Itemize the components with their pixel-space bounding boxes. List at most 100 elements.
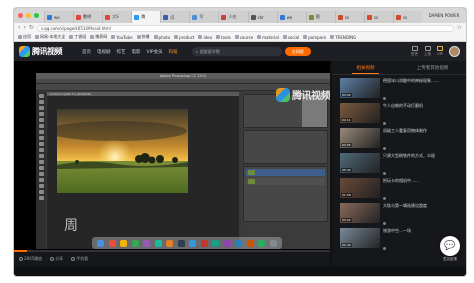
back-icon[interactable]: ‹ (18, 25, 20, 31)
browser-tab[interactable]: 人在 (218, 11, 248, 23)
avatar[interactable] (449, 46, 460, 57)
feedback-button[interactable]: 💬 意见反馈 (438, 236, 462, 262)
related-video-item[interactable]: 04:32 德国冰川消融中的神秘现象…… (332, 75, 466, 100)
bookmark-item[interactable]: TRENDING (330, 35, 356, 40)
video-title[interactable]: 旅游中空…一场 (383, 228, 462, 233)
landscape-illustration (57, 109, 188, 193)
video-thumbnail[interactable]: 01:58 (340, 178, 380, 198)
bookmark-item[interactable]: social (282, 35, 299, 40)
video-thumbnail[interactable]: 03:22 (340, 203, 380, 223)
reload-icon[interactable]: ↻ (29, 25, 34, 31)
forward-icon[interactable]: › (23, 25, 25, 31)
browser-window: we 數明 大S 腾 (5 写 人在 shr we 图 ss ss ss DAMEN POWER ‹ ›… (14, 8, 466, 276)
browser-tab[interactable]: 腾 (131, 11, 161, 23)
play-count-icon (383, 172, 386, 175)
share-button[interactable]: 分享 (50, 256, 63, 262)
bookmark-item[interactable]: 携养网 (90, 34, 107, 40)
video-title[interactable]: 只建大型刷铁件的方式，众极 (383, 153, 462, 158)
folder-icon (18, 35, 22, 39)
tab-label: (5 (170, 14, 175, 20)
related-video-item[interactable]: 05:40 只建大型刷铁件的方式，众极 (332, 150, 466, 175)
video-thumbnail[interactable]: 02:11 (340, 103, 380, 123)
play-count-icon (383, 122, 386, 125)
browser-tab[interactable]: ss (363, 11, 393, 23)
bookmark-item[interactable]: 应用 (18, 34, 31, 40)
bookmark-item[interactable]: pompare (303, 35, 326, 40)
minimize-window-button[interactable] (26, 13, 31, 18)
tab-related-videos[interactable]: 相关视频 (332, 61, 399, 74)
watch-on-phone-button[interactable]: 手机看 (71, 256, 88, 262)
upload-button[interactable]: 上传 (424, 46, 431, 57)
related-video-item[interactable]: 02:11 牛人自制的手动打磨机 (332, 100, 466, 125)
browser-tab[interactable]: we (44, 11, 74, 23)
related-video-item[interactable]: 01:58 把玩卡的相机中…… (332, 175, 466, 200)
related-video-item[interactable]: 03:22 大陆与第一辑选建议超度 (332, 200, 466, 225)
bookmark-item[interactable]: 丁香园 (69, 34, 86, 40)
bookmark-label: idea (203, 34, 213, 40)
bookmark-label: product (179, 34, 195, 40)
bookmark-item[interactable]: idea (198, 35, 212, 40)
nav-item[interactable]: 电影 (132, 49, 141, 55)
video-duration: 03:22 (341, 218, 352, 222)
tab-uploader-videos[interactable]: 上传者其他视频 (399, 61, 466, 74)
video-title[interactable]: 大陆与第一辑选建议超度 (383, 203, 462, 208)
browser-tab[interactable]: 图 (305, 11, 335, 23)
related-video-item[interactable]: 03:05 初级工人重复用物体制作 (332, 125, 466, 150)
vip-button[interactable]: VIP (437, 46, 443, 57)
search-box[interactable]: ⌕ 超星星学院 (191, 47, 282, 56)
landscape-image (57, 109, 188, 193)
video-title[interactable]: 德国冰川消融中的神秘现象…… (383, 78, 462, 83)
nav-item[interactable]: 综艺 (117, 49, 126, 55)
profile-name[interactable]: DAMEN POWER (422, 13, 466, 18)
video-thumbnail[interactable]: 05:40 (340, 153, 380, 173)
bookmark-item[interactable]: tools (216, 35, 231, 40)
url-field[interactable]: v.qq.com/x/page/k05149fvaid.html (36, 24, 454, 32)
bookmark-item[interactable]: YouTube (111, 35, 133, 40)
video-thumbnail[interactable]: 03:05 (340, 128, 380, 148)
star-icon[interactable]: ☆ (457, 25, 462, 31)
video-meta (383, 97, 462, 100)
video-thumbnail[interactable]: 02:40 (340, 228, 380, 248)
video-thumbnail[interactable]: 04:32 (340, 78, 380, 98)
share-icon (50, 257, 55, 261)
video-title[interactable]: 把玩卡的相机中…… (383, 178, 462, 183)
browser-tab[interactable]: we (276, 11, 306, 23)
video-title[interactable]: 牛人自制的手动打磨机 (383, 103, 462, 108)
photoshop-toolbox (36, 92, 46, 249)
browser-tab[interactable]: shr (247, 11, 277, 23)
tencent-video-logo[interactable]: 腾讯视频 (14, 46, 82, 57)
tab-label: ss (373, 14, 379, 20)
tab-label: 人在 (228, 14, 237, 19)
nav-item[interactable]: 首页 (82, 49, 91, 55)
bookmark-item[interactable]: 快播 (136, 34, 150, 40)
close-window-button[interactable] (18, 13, 23, 18)
browser-tab[interactable]: 写 (189, 11, 219, 23)
bookmark-item[interactable]: material (257, 35, 279, 40)
layer-row (246, 178, 325, 185)
video-info: 把玩卡的相机中…… (383, 178, 462, 200)
bookmark-label: 携养网 (95, 34, 108, 39)
video-title[interactable]: 初级工人重复用物体制作 (383, 128, 462, 133)
bookmark-label: 丁香园 (74, 34, 87, 39)
video-duration: 02:40 (341, 243, 352, 247)
folder-icon (303, 35, 308, 39)
bookmark-item[interactable]: photo (153, 35, 170, 40)
bookmark-label: 快播 (141, 34, 150, 39)
maximize-window-button[interactable] (34, 13, 39, 18)
browser-tab[interactable]: ss (392, 11, 423, 23)
nav-item[interactable]: VIP会员 (147, 49, 163, 55)
browser-tab[interactable]: ss (334, 11, 364, 23)
bookmark-item[interactable]: product (174, 35, 194, 40)
nav-item[interactable]: 电视剧 (97, 49, 111, 55)
tab-strip: we 數明 大S 腾 (5 写 人在 shr we 图 ss ss ss DAMEN POWER (14, 8, 466, 23)
video-player[interactable]: Adobe Photoshop CC 2015 untitled-1@66.7%… (14, 61, 330, 251)
browser-tab[interactable]: 數明 (73, 11, 103, 23)
bookmark-item[interactable]: 网易·本地大全 (35, 34, 65, 40)
search-button[interactable]: 全网搜 (284, 47, 311, 56)
bookmark-item[interactable]: course (234, 35, 253, 40)
nav-item[interactable]: 科技 (169, 49, 178, 55)
browser-tab[interactable]: (5 (160, 11, 190, 23)
history-button[interactable]: 历史 (411, 46, 418, 57)
browser-tab[interactable]: 大S (102, 11, 132, 23)
bookmark-label: tools (221, 34, 231, 40)
